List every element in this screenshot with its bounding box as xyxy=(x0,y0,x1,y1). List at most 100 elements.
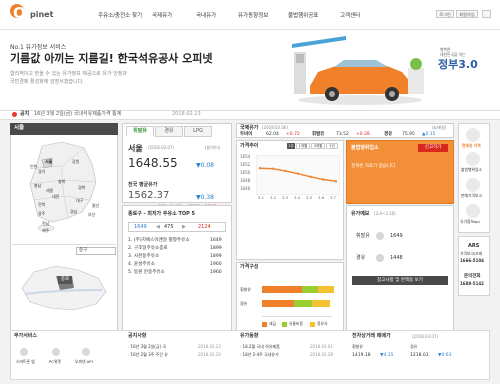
report-button[interactable]: 신고하기 xyxy=(418,144,448,152)
forecast-diesel-label: 경유 xyxy=(356,255,366,261)
forecast-note-button[interactable]: 참고사항 및 면책용 보기 xyxy=(352,276,448,285)
map-label-chungnam[interactable]: 충남 xyxy=(34,183,41,189)
side-report[interactable]: 판매가격보고 xyxy=(461,193,482,198)
trend-point-4 xyxy=(296,172,300,175)
trend-point-2 xyxy=(271,167,274,170)
footer-notice-1[interactable]: · 16년 3월 2일(금) 국 xyxy=(128,344,166,350)
price-value: 1648.55 xyxy=(128,156,178,170)
trend-tab-1y[interactable]: 1년 xyxy=(326,143,338,149)
composition-row-gasoline: 휘발유 xyxy=(240,287,252,292)
footer-card-v1: 1419.18 xyxy=(352,353,371,358)
pc-widget-icon[interactable] xyxy=(52,348,60,356)
join-button[interactable]: 회원가입 xyxy=(456,10,478,18)
map-label-chungbuk[interactable]: 충북 xyxy=(58,179,65,185)
map-label-ulsan[interactable]: 울산 xyxy=(92,203,99,209)
tab-diesel[interactable]: 경유 xyxy=(155,126,183,137)
side-taxfree[interactable]: 면세유 가격 xyxy=(462,143,481,148)
nav-trend-info[interactable]: 유가동향정보 xyxy=(238,11,268,19)
map-label-gyeonggi[interactable]: 경기 xyxy=(38,169,45,175)
map-label-jeonbuk[interactable]: 전북 xyxy=(38,202,45,208)
district-select[interactable]: 중구 xyxy=(76,247,116,255)
map-label-sejong[interactable]: 세종 xyxy=(46,188,53,194)
top5-row-2[interactable]: 2. 구조일주유소종로 xyxy=(128,246,168,251)
logo-mark: O xyxy=(13,4,26,22)
menu-icon[interactable] xyxy=(482,10,491,18)
side-api[interactable]: 유가정보api xyxy=(460,219,480,224)
trend-x-1: 3.1 xyxy=(258,195,265,200)
top5-right-arrow: ▶ xyxy=(182,224,186,230)
top5-row-1[interactable]: 1. (주)지에스이앤알 평창주유소 xyxy=(128,238,190,243)
trend-tab-1w[interactable]: 1주 xyxy=(287,143,295,149)
map-label-seoul[interactable]: 서울 xyxy=(45,159,52,165)
nav-station-search[interactable]: 주유소/충전소 찾기 xyxy=(98,11,142,19)
top5-price-2: 1899 xyxy=(210,246,222,251)
trend-tab-1m[interactable]: 1개월 xyxy=(296,143,310,149)
logo-text[interactable]: pinet xyxy=(30,10,53,19)
map-label-incheon[interactable]: 인천 xyxy=(30,164,37,170)
district-jongno-button[interactable]: 종로 xyxy=(58,276,72,284)
notice-text[interactable]: 16년 3월 2일(금) 국내석유제품가격 통계 xyxy=(34,111,121,118)
footer-card-c1: ▼4.35 xyxy=(380,353,394,358)
tab-lpg[interactable]: LPG xyxy=(184,126,212,137)
legend-tax: 세금 xyxy=(269,321,276,326)
nav-domestic-price[interactable]: 국내유가 xyxy=(196,11,216,19)
opinet-api-icon[interactable] xyxy=(82,348,90,356)
footer-card-date: (2018.03.07) xyxy=(412,334,439,339)
trend-point-1 xyxy=(258,167,262,170)
map-label-gwangju[interactable]: 광주 xyxy=(38,211,45,217)
report-icon[interactable] xyxy=(466,178,480,192)
trend-x-4: 3.4 xyxy=(294,195,301,200)
ars-subtitle: 가격보고/조회 xyxy=(460,251,483,256)
map-label-jeonnam[interactable]: 전남 xyxy=(42,221,49,227)
notice-label: 공지 xyxy=(20,111,30,117)
top5-min: 1649 xyxy=(134,224,147,230)
trend-tab-3m[interactable]: 3개월 xyxy=(311,143,325,149)
price-change: ▼0.08 xyxy=(196,162,214,169)
opinet-api-label[interactable]: 오피넷 API xyxy=(75,359,93,364)
intl-dubai-value: 62.04 xyxy=(266,132,279,137)
pc-widget-label[interactable]: PC위젯 xyxy=(49,359,61,364)
map-label-jeju[interactable]: 제주 xyxy=(42,228,49,234)
taxfree-icon[interactable] xyxy=(466,128,480,142)
top5-row-3[interactable]: 3. 사천동주유소 xyxy=(128,254,159,259)
intl-diesel-change: ▲0.15 xyxy=(422,132,436,137)
illegal-icon[interactable] xyxy=(466,152,480,166)
side-illegal[interactable]: 불법행위업소 xyxy=(461,167,482,172)
hero-desc-1: 합리적이고 믿을 수 있는 유가정보 제공으로 유가 안정과 xyxy=(10,71,127,77)
trend-point-3 xyxy=(284,169,287,173)
intl-unit: ($/배럴) xyxy=(432,125,447,130)
map-label-gyeongbuk[interactable]: 경북 xyxy=(78,185,85,191)
forecast-diesel-value: 1448 xyxy=(390,255,403,261)
top5-price-5: 1960 xyxy=(210,270,222,275)
ars-phone: 1666-5104 xyxy=(460,258,484,263)
seoul-map-icon[interactable] xyxy=(16,260,112,314)
smartphone-app-label[interactable]: 스마트폰 앱 xyxy=(16,359,35,364)
top5-row-5[interactable]: 5. 동원 안중주유소 xyxy=(128,270,165,275)
nav-illegal[interactable]: 불법행위공표 xyxy=(288,11,318,19)
tab-gasoline[interactable]: 휘발유 xyxy=(126,126,154,137)
map-label-gyeongnam[interactable]: 경남 xyxy=(70,209,77,215)
footer-trend-1[interactable]: · 18.2월 국내 석유제품 xyxy=(240,344,280,350)
footer-trend-date-1: 2018.03.01 xyxy=(310,344,333,349)
top5-title: 종로구 - 최저가 주유소 TOP 5 xyxy=(128,211,195,217)
top5-row-4[interactable]: 4. 윤성주유소 xyxy=(128,262,155,267)
nav-support[interactable]: 고객센터 xyxy=(340,11,360,19)
national-avg-change: ▼0.38 xyxy=(196,194,214,201)
footer-notice-2[interactable]: · 16년 2월 3주 주간 유 xyxy=(128,352,168,358)
nav-intl-price[interactable]: 국제유가 xyxy=(152,11,172,19)
forecast-diesel-icon xyxy=(376,254,384,262)
composition-row-diesel: 경유 xyxy=(240,301,248,306)
login-button[interactable]: 로그인 xyxy=(436,10,454,18)
map-label-busan[interactable]: 부산 xyxy=(88,212,95,218)
trend-x-3: 3.3 xyxy=(282,195,289,200)
top5-price-4: 1960 xyxy=(210,262,222,267)
trend-y-2: 1652 xyxy=(240,162,251,167)
api-icon[interactable] xyxy=(466,204,480,218)
map-label-daejeon[interactable]: 대전 xyxy=(52,194,59,200)
map-label-daegu[interactable]: 대구 xyxy=(76,198,83,204)
price-area: 서울 xyxy=(128,144,143,153)
composition-gasoline-tax xyxy=(262,286,302,293)
map-label-gangwon[interactable]: 강원 xyxy=(72,159,79,165)
smartphone-app-icon[interactable] xyxy=(20,348,28,356)
footer-trend-2[interactable]: · 18년 2-4주 국내유가 xyxy=(240,352,279,358)
